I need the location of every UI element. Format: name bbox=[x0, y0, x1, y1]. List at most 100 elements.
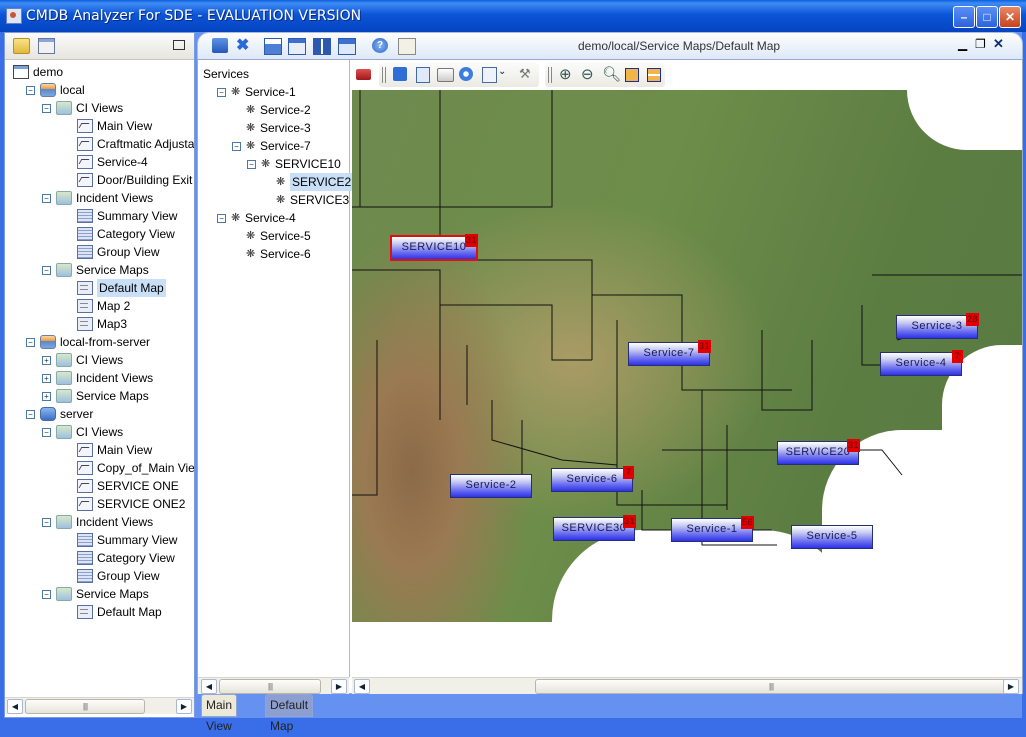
frame-restore-button[interactable]: ❐ bbox=[975, 37, 986, 51]
collapse-icon[interactable]: − bbox=[217, 88, 226, 97]
navigator-hscrollbar[interactable]: ◀ |||| ▶ bbox=[5, 697, 194, 714]
collapse-icon[interactable]: − bbox=[42, 194, 51, 203]
scroll-left-icon[interactable]: ◀ bbox=[201, 679, 217, 694]
tree-node[interactable]: demo bbox=[5, 63, 194, 81]
tree-node[interactable]: − local bbox=[5, 81, 194, 99]
tree-node[interactable]: Map3 bbox=[5, 315, 194, 333]
service-node[interactable]: Service-4 7 bbox=[880, 350, 963, 376]
tree-node[interactable]: + Service Maps bbox=[5, 387, 194, 405]
tree-node[interactable]: Default Map bbox=[5, 279, 194, 297]
expand-icon[interactable]: + bbox=[42, 374, 51, 383]
add-top-icon[interactable] bbox=[264, 38, 282, 55]
fit-height-icon[interactable] bbox=[647, 68, 661, 82]
tree-node[interactable]: Default Map bbox=[5, 603, 194, 621]
service-node[interactable]: Service-6 7 bbox=[551, 466, 634, 492]
tree-node[interactable]: − Incident Views bbox=[5, 513, 194, 531]
map-hscrollbar[interactable]: ◀ |||| ▶ bbox=[352, 677, 1022, 694]
tree-node[interactable]: Group View bbox=[5, 243, 194, 261]
service-node[interactable]: Service-3 28 bbox=[896, 313, 979, 339]
add-window-icon[interactable] bbox=[288, 38, 306, 55]
tree-node[interactable]: Craftmatic Adjusta bbox=[5, 135, 194, 153]
service-tree-node[interactable]: ❋ SERVICE3 bbox=[198, 191, 349, 209]
service-node[interactable]: SERVICE10 31 bbox=[390, 234, 478, 261]
scroll-right-icon[interactable]: ▶ bbox=[331, 679, 347, 694]
panel-icon[interactable] bbox=[398, 38, 416, 55]
fit-icon[interactable] bbox=[625, 68, 639, 82]
map-canvas[interactable]: SERVICE10 31 Service-7 31 Service-3 28 Service… bbox=[352, 90, 1022, 677]
service-node[interactable]: Service-7 31 bbox=[628, 340, 711, 366]
snapshot-icon[interactable] bbox=[459, 67, 473, 81]
help-icon[interactable]: ? bbox=[372, 38, 388, 53]
expand-icon[interactable]: + bbox=[42, 392, 51, 401]
collapse-icon[interactable]: − bbox=[247, 160, 256, 169]
service-tree-node[interactable]: ❋ Service-2 bbox=[198, 101, 349, 119]
service-tree-node[interactable]: − ❋ SERVICE10 bbox=[198, 155, 349, 173]
frame-minimize-button[interactable]: ▁ bbox=[958, 37, 967, 51]
tree-node[interactable]: Summary View bbox=[5, 531, 194, 549]
tree-node[interactable]: − Incident Views bbox=[5, 189, 194, 207]
grip-icon[interactable] bbox=[548, 67, 552, 83]
tree-node[interactable]: Main View bbox=[5, 441, 194, 459]
scroll-thumb[interactable]: |||| bbox=[25, 699, 145, 714]
scroll-left-icon[interactable]: ◀ bbox=[7, 699, 23, 714]
close-button[interactable]: ✕ bbox=[999, 6, 1021, 28]
undock-icon[interactable] bbox=[173, 40, 185, 50]
scroll-thumb[interactable]: |||| bbox=[219, 679, 321, 694]
tree-node[interactable]: Category View bbox=[5, 549, 194, 567]
new-folder-icon[interactable] bbox=[13, 38, 30, 54]
service-node[interactable]: Service-2 bbox=[450, 474, 532, 498]
tile-icon[interactable] bbox=[212, 38, 228, 53]
service-tree-node[interactable]: − ❋ Service-7 bbox=[198, 137, 349, 155]
collapse-icon[interactable]: − bbox=[217, 214, 226, 223]
tree-node[interactable]: Category View bbox=[5, 225, 194, 243]
maximize-button[interactable]: □ bbox=[976, 6, 998, 28]
service-tree-node[interactable]: − ❋ Service-4 bbox=[198, 209, 349, 227]
service-tree-node[interactable]: ❋ Service-6 bbox=[198, 245, 349, 263]
tree-node[interactable]: − CI Views bbox=[5, 423, 194, 441]
settings-icon[interactable]: ⚒ bbox=[519, 66, 531, 82]
zoom-out-icon[interactable]: ⊖ bbox=[581, 65, 594, 83]
tree-node[interactable]: Map 2 bbox=[5, 297, 194, 315]
tree-node[interactable]: − CI Views bbox=[5, 99, 194, 117]
service-tree-node[interactable]: ❋ Service-5 bbox=[198, 227, 349, 245]
service-node[interactable]: Service-1 56 bbox=[671, 516, 754, 542]
tree-node[interactable]: Copy_of_Main View bbox=[5, 459, 194, 477]
service-tree-node[interactable]: ❋ Service-3 bbox=[198, 119, 349, 137]
close-all-icon[interactable]: ✖ bbox=[236, 38, 252, 54]
collapse-icon[interactable]: − bbox=[42, 590, 51, 599]
collapse-icon[interactable]: − bbox=[42, 518, 51, 527]
tab-main-view[interactable]: Main View bbox=[201, 694, 238, 733]
print-icon[interactable] bbox=[437, 68, 454, 82]
collapse-icon[interactable]: − bbox=[42, 266, 51, 275]
tree-node[interactable]: SERVICE ONE2 bbox=[5, 495, 194, 513]
frame-close-button[interactable]: ✕ bbox=[993, 36, 1004, 52]
tree-node[interactable]: Door/Building Exit bbox=[5, 171, 194, 189]
tree-node[interactable]: Summary View bbox=[5, 207, 194, 225]
tree-node[interactable]: − Service Maps bbox=[5, 585, 194, 603]
service-node[interactable]: SERVICE30 31 bbox=[553, 515, 636, 541]
scroll-left-icon[interactable]: ◀ bbox=[354, 679, 370, 694]
collapse-icon[interactable]: − bbox=[26, 410, 35, 419]
scroll-thumb[interactable]: |||| bbox=[535, 679, 1007, 694]
copy-icon[interactable] bbox=[416, 67, 430, 83]
zoom-reset-icon[interactable]: 🔍︎ bbox=[602, 65, 621, 83]
tree-node[interactable]: − local-from-server bbox=[5, 333, 194, 351]
collapse-icon[interactable]: − bbox=[26, 86, 35, 95]
toolbox-icon[interactable] bbox=[356, 69, 371, 80]
service-node[interactable]: SERVICE20 31 bbox=[777, 439, 860, 465]
service-tree-node[interactable]: ❋ SERVICE2 bbox=[198, 173, 354, 191]
expand-icon[interactable]: + bbox=[42, 356, 51, 365]
tree-node[interactable]: SERVICE ONE bbox=[5, 477, 194, 495]
tree-node[interactable]: − Service Maps bbox=[5, 261, 194, 279]
collapse-icon[interactable]: − bbox=[42, 104, 51, 113]
cascade-icon[interactable] bbox=[338, 38, 356, 55]
tree-node[interactable]: Service-4 bbox=[5, 153, 194, 171]
grip-icon[interactable] bbox=[382, 67, 386, 83]
grid-icon[interactable] bbox=[313, 38, 331, 55]
collapse-icon[interactable]: − bbox=[26, 338, 35, 347]
tree-node[interactable]: + Incident Views bbox=[5, 369, 194, 387]
tree-node[interactable]: − server bbox=[5, 405, 194, 423]
tree-node[interactable]: Group View bbox=[5, 567, 194, 585]
service-node[interactable]: Service-5 bbox=[791, 525, 873, 549]
service-tree-node[interactable]: − ❋ Service-1 bbox=[198, 83, 349, 101]
